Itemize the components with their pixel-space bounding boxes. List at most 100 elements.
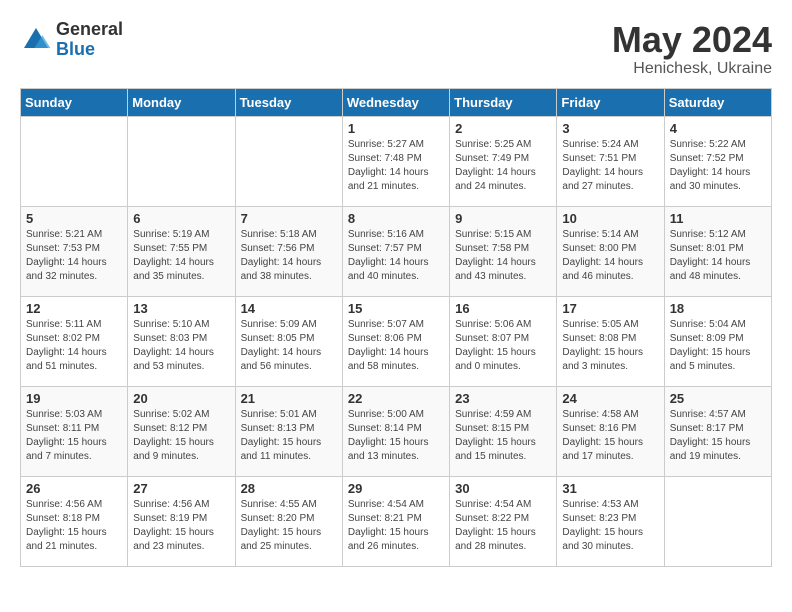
calendar-cell: 22 Sunrise: 5:00 AMSunset: 8:14 PMDayligh… <box>342 386 449 476</box>
day-number: 3 <box>562 121 658 136</box>
calendar-cell: 1Sunrise: 5:27 AMSunset: 7:48 PMDaylight… <box>342 116 449 206</box>
calendar-cell: 18 Sunrise: 5:04 AMSunset: 8:09 PMDayligh… <box>664 296 771 386</box>
day-number: 30 <box>455 481 551 496</box>
day-number: 15 <box>348 301 444 316</box>
calendar-cell: 13 Sunrise: 5:10 AMSunset: 8:03 PMDayligh… <box>128 296 235 386</box>
day-info: Sunrise: 4:55 AMSunset: 8:20 PMDaylight:… <box>241 498 337 554</box>
day-info: Sunrise: 5:21 AMSunset: 7:53 PMDaylight:… <box>26 228 122 284</box>
day-info: Sunrise: 5:15 AMSunset: 7:58 PMDaylight:… <box>455 228 551 284</box>
day-number: 13 <box>133 301 229 316</box>
calendar-cell: 26 Sunrise: 4:56 AMSunset: 8:18 PMDayligh… <box>21 476 128 566</box>
calendar-cell: 15 Sunrise: 5:07 AMSunset: 8:06 PMDayligh… <box>342 296 449 386</box>
logo-icon <box>20 24 52 56</box>
calendar-week-row: 5 Sunrise: 5:21 AMSunset: 7:53 PMDaylight… <box>21 206 772 296</box>
calendar-cell: 3 Sunrise: 5:24 AMSunset: 7:51 PMDaylight… <box>557 116 664 206</box>
day-number: 23 <box>455 391 551 406</box>
day-info: Sunrise: 5:00 AMSunset: 8:14 PMDaylight:… <box>348 408 444 464</box>
weekday-header-row: SundayMondayTuesdayWednesdayThursdayFrid… <box>21 88 772 116</box>
day-info: Sunrise: 5:06 AMSunset: 8:07 PMDaylight:… <box>455 318 551 374</box>
day-info: Sunrise: 5:25 AMSunset: 7:49 PMDaylight:… <box>455 138 551 194</box>
day-number: 27 <box>133 481 229 496</box>
weekday-header-sunday: Sunday <box>21 88 128 116</box>
day-info: Sunrise: 5:02 AMSunset: 8:12 PMDaylight:… <box>133 408 229 464</box>
title-block: May 2024 Henichesk, Ukraine <box>612 20 772 78</box>
calendar-cell: 16Sunrise: 5:06 AMSunset: 8:07 PMDayligh… <box>450 296 557 386</box>
calendar-cell: 6 Sunrise: 5:19 AMSunset: 7:55 PMDaylight… <box>128 206 235 296</box>
day-number: 29 <box>348 481 444 496</box>
calendar-cell: 20 Sunrise: 5:02 AMSunset: 8:12 PMDayligh… <box>128 386 235 476</box>
day-info: Sunrise: 5:04 AMSunset: 8:09 PMDaylight:… <box>670 318 766 374</box>
calendar-cell: 11 Sunrise: 5:12 AMSunset: 8:01 PMDayligh… <box>664 206 771 296</box>
day-info: Sunrise: 4:59 AMSunset: 8:15 PMDaylight:… <box>455 408 551 464</box>
calendar-cell: 12 Sunrise: 5:11 AMSunset: 8:02 PMDayligh… <box>21 296 128 386</box>
day-info: Sunrise: 4:56 AMSunset: 8:18 PMDaylight:… <box>26 498 122 554</box>
day-info: Sunrise: 5:07 AMSunset: 8:06 PMDaylight:… <box>348 318 444 374</box>
day-number: 2 <box>455 121 551 136</box>
day-info: Sunrise: 5:11 AMSunset: 8:02 PMDaylight:… <box>26 318 122 374</box>
day-number: 8 <box>348 211 444 226</box>
logo-general-label: General <box>56 20 123 40</box>
calendar-cell: 25Sunrise: 4:57 AMSunset: 8:17 PMDayligh… <box>664 386 771 476</box>
day-info: Sunrise: 5:24 AMSunset: 7:51 PMDaylight:… <box>562 138 658 194</box>
day-info: Sunrise: 5:14 AMSunset: 8:00 PMDaylight:… <box>562 228 658 284</box>
weekday-header-monday: Monday <box>128 88 235 116</box>
calendar-cell: 24 Sunrise: 4:58 AMSunset: 8:16 PMDayligh… <box>557 386 664 476</box>
calendar-cell: 10 Sunrise: 5:14 AMSunset: 8:00 PMDayligh… <box>557 206 664 296</box>
day-info: Sunrise: 5:12 AMSunset: 8:01 PMDaylight:… <box>670 228 766 284</box>
calendar-cell: 31Sunrise: 4:53 AMSunset: 8:23 PMDayligh… <box>557 476 664 566</box>
calendar-week-row: 26 Sunrise: 4:56 AMSunset: 8:18 PMDayligh… <box>21 476 772 566</box>
day-info: Sunrise: 5:22 AMSunset: 7:52 PMDaylight:… <box>670 138 766 194</box>
day-number: 4 <box>670 121 766 136</box>
day-number: 18 <box>670 301 766 316</box>
month-year-title: May 2024 <box>612 20 772 60</box>
day-number: 10 <box>562 211 658 226</box>
day-number: 12 <box>26 301 122 316</box>
calendar-cell: 8 Sunrise: 5:16 AMSunset: 7:57 PMDaylight… <box>342 206 449 296</box>
calendar-cell <box>128 116 235 206</box>
day-number: 22 <box>348 391 444 406</box>
weekday-header-wednesday: Wednesday <box>342 88 449 116</box>
day-number: 24 <box>562 391 658 406</box>
day-number: 7 <box>241 211 337 226</box>
day-number: 14 <box>241 301 337 316</box>
day-number: 11 <box>670 211 766 226</box>
day-info: Sunrise: 5:19 AMSunset: 7:55 PMDaylight:… <box>133 228 229 284</box>
calendar-cell: 14 Sunrise: 5:09 AMSunset: 8:05 PMDayligh… <box>235 296 342 386</box>
calendar-cell: 7Sunrise: 5:18 AMSunset: 7:56 PMDaylight… <box>235 206 342 296</box>
day-number: 21 <box>241 391 337 406</box>
weekday-header-friday: Friday <box>557 88 664 116</box>
day-info: Sunrise: 5:10 AMSunset: 8:03 PMDaylight:… <box>133 318 229 374</box>
calendar-cell: 19 Sunrise: 5:03 AMSunset: 8:11 PMDayligh… <box>21 386 128 476</box>
calendar-cell: 2 Sunrise: 5:25 AMSunset: 7:49 PMDaylight… <box>450 116 557 206</box>
calendar-cell: 17Sunrise: 5:05 AMSunset: 8:08 PMDayligh… <box>557 296 664 386</box>
day-info: Sunrise: 4:58 AMSunset: 8:16 PMDaylight:… <box>562 408 658 464</box>
calendar-week-row: 1Sunrise: 5:27 AMSunset: 7:48 PMDaylight… <box>21 116 772 206</box>
day-info: Sunrise: 4:56 AMSunset: 8:19 PMDaylight:… <box>133 498 229 554</box>
calendar-cell: 21Sunrise: 5:01 AMSunset: 8:13 PMDayligh… <box>235 386 342 476</box>
calendar-cell: 4 Sunrise: 5:22 AMSunset: 7:52 PMDaylight… <box>664 116 771 206</box>
calendar-cell: 23 Sunrise: 4:59 AMSunset: 8:15 PMDayligh… <box>450 386 557 476</box>
day-number: 20 <box>133 391 229 406</box>
day-info: Sunrise: 5:09 AMSunset: 8:05 PMDaylight:… <box>241 318 337 374</box>
day-number: 31 <box>562 481 658 496</box>
calendar-week-row: 12 Sunrise: 5:11 AMSunset: 8:02 PMDayligh… <box>21 296 772 386</box>
calendar-table: SundayMondayTuesdayWednesdayThursdayFrid… <box>20 88 772 567</box>
day-number: 19 <box>26 391 122 406</box>
day-info: Sunrise: 5:03 AMSunset: 8:11 PMDaylight:… <box>26 408 122 464</box>
day-info: Sunrise: 4:57 AMSunset: 8:17 PMDaylight:… <box>670 408 766 464</box>
logo-blue-label: Blue <box>56 40 123 60</box>
day-number: 9 <box>455 211 551 226</box>
calendar-cell: 29Sunrise: 4:54 AMSunset: 8:21 PMDayligh… <box>342 476 449 566</box>
calendar-cell: 30 Sunrise: 4:54 AMSunset: 8:22 PMDayligh… <box>450 476 557 566</box>
day-info: Sunrise: 4:54 AMSunset: 8:22 PMDaylight:… <box>455 498 551 554</box>
day-number: 26 <box>26 481 122 496</box>
calendar-cell <box>664 476 771 566</box>
day-info: Sunrise: 5:16 AMSunset: 7:57 PMDaylight:… <box>348 228 444 284</box>
weekday-header-tuesday: Tuesday <box>235 88 342 116</box>
day-number: 28 <box>241 481 337 496</box>
day-number: 5 <box>26 211 122 226</box>
calendar-cell <box>235 116 342 206</box>
page-header: General Blue May 2024 Henichesk, Ukraine <box>20 20 772 78</box>
day-number: 6 <box>133 211 229 226</box>
day-number: 1 <box>348 121 444 136</box>
